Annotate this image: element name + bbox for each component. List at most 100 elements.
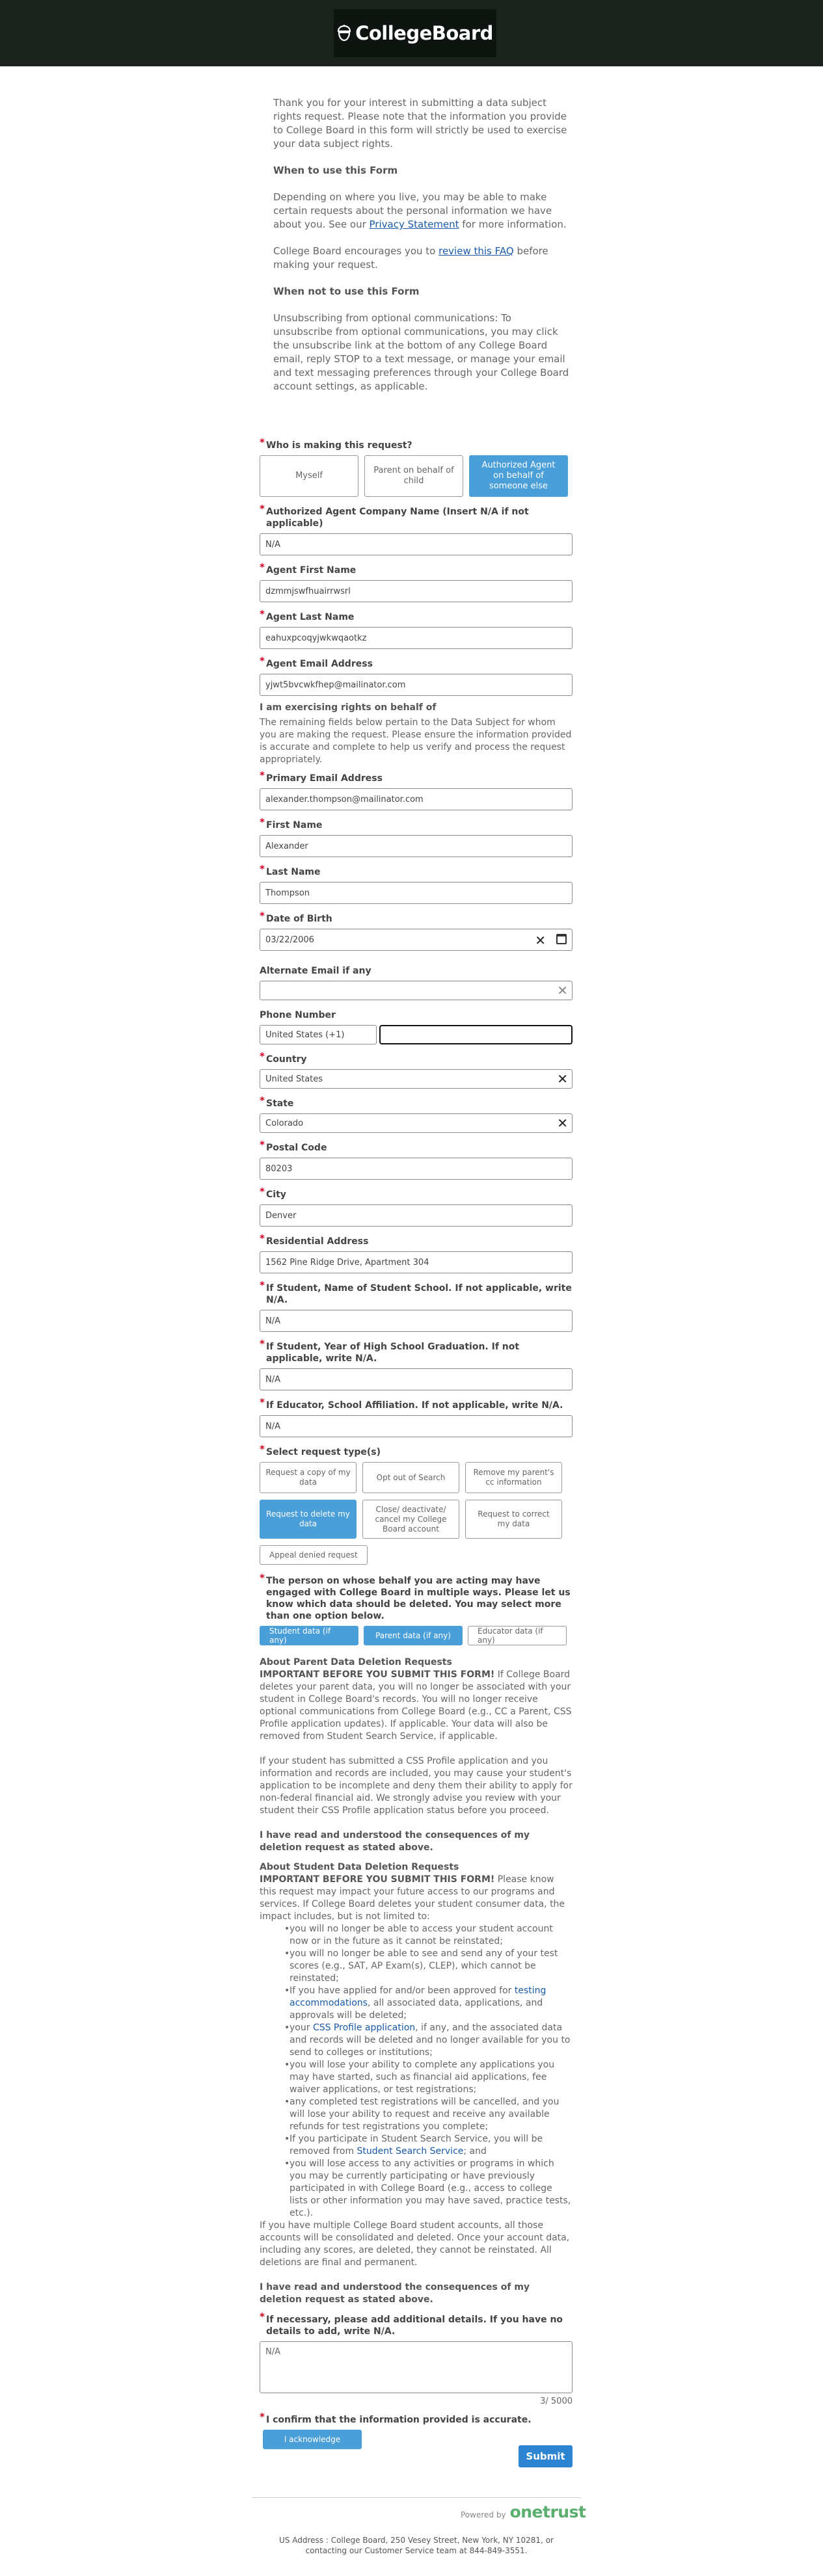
- student-deletion-list: you will no longer be able to access you…: [260, 1923, 573, 2220]
- school-input[interactable]: N/A: [260, 1310, 573, 1332]
- who-label: * Who is making this request?: [260, 436, 412, 451]
- acorn-icon: [337, 25, 351, 42]
- remove-parent-cc-button[interactable]: Remove my parent's cc information: [465, 1462, 562, 1493]
- option-parent[interactable]: Parent on behalf of child: [364, 455, 463, 497]
- student-ack-text: I have read and understood the consequen…: [260, 2282, 530, 2305]
- when-not-to-use-heading: When not to use this Form: [273, 285, 420, 297]
- details-textarea[interactable]: N/A: [260, 2341, 573, 2393]
- list-item: you will lose your ability to complete a…: [284, 2059, 573, 2096]
- city-input[interactable]: Denver: [260, 1204, 573, 1227]
- first-name-input[interactable]: Alexander: [260, 835, 573, 857]
- request-copy-button[interactable]: Request a copy of my data: [260, 1462, 357, 1493]
- request-form: * Who is making this request? Myself Pare…: [260, 436, 573, 2449]
- dob-value: 03/22/2006: [265, 935, 314, 945]
- phone-number-input[interactable]: [379, 1025, 573, 1044]
- city-label: * City: [260, 1186, 286, 1200]
- list-item: any completed test registrations will be…: [284, 2096, 573, 2133]
- details-label: * If necessary, please add additional det…: [260, 2311, 563, 2337]
- agent-email-input[interactable]: yjwt5bvcwkfhep@mailinator.com: [260, 674, 573, 696]
- agent-company-input[interactable]: N/A: [260, 533, 573, 555]
- agent-first-name-label: * Agent First Name: [260, 561, 357, 576]
- postal-input[interactable]: 80203: [260, 1158, 573, 1180]
- list-item: you will no longer be able to access you…: [284, 1923, 573, 1948]
- list-item: your CSS Profile application, if any, an…: [284, 2022, 573, 2059]
- agent-last-name-input[interactable]: eahuxpcoqyjwkwqaotkz: [260, 627, 573, 649]
- clear-icon[interactable]: ✕: [557, 1117, 568, 1130]
- submit-button[interactable]: Submit: [519, 2445, 573, 2467]
- parent-css-paragraph: If your student has submitted a CSS Prof…: [260, 1756, 573, 1816]
- when-to-use-heading: When to use this Form: [273, 165, 398, 176]
- dob-label: * Date of Birth: [260, 910, 332, 924]
- country-select[interactable]: United States ✕: [260, 1069, 573, 1089]
- appeal-denied-button[interactable]: Appeal denied request: [260, 1545, 368, 1565]
- option-myself[interactable]: Myself: [260, 455, 358, 497]
- onetrust-logo[interactable]: onetrust: [510, 2503, 586, 2521]
- postal-label: * Postal Code: [260, 1139, 327, 1153]
- graduation-year-input[interactable]: N/A: [260, 1368, 573, 1390]
- student-deletion-heading: About Student Data Deletion Requests: [260, 1862, 459, 1872]
- css-profile-link[interactable]: CSS Profile application: [313, 2023, 415, 2033]
- primary-email-input[interactable]: alexander.thompson@mailinator.com: [260, 788, 573, 810]
- student-search-link[interactable]: Student Search Service: [357, 2146, 464, 2157]
- parent-deletion-heading: About Parent Data Deletion Requests: [260, 1657, 452, 1667]
- request-delete-button[interactable]: Request to delete my data: [260, 1500, 357, 1539]
- school-label: * If Student, Name of Student School. If …: [260, 1279, 572, 1305]
- divider: [252, 2497, 581, 2498]
- college-board-logo[interactable]: CollegeBoard: [334, 9, 496, 57]
- agent-company-label: * Authorized Agent Company Name (Insert N…: [260, 503, 529, 529]
- list-item: If you have applied for and/or been appr…: [284, 1985, 573, 2022]
- behalf-heading: I am exercising rights on behalf of: [260, 702, 437, 713]
- footer-address: US Address : College Board, 250 Vesey St…: [279, 2536, 554, 2555]
- phone-country-select[interactable]: United States (+1): [260, 1025, 377, 1044]
- dob-input[interactable]: 03/22/2006 ✕: [260, 929, 573, 951]
- last-name-label: * Last Name: [260, 863, 321, 877]
- last-name-input[interactable]: Thompson: [260, 882, 573, 904]
- request-type-label: * Select request type(s): [260, 1443, 381, 1457]
- list-item: you will no longer be able to see and se…: [284, 1948, 573, 1985]
- intro-paragraph: Thank you for your interest in submittin…: [273, 97, 567, 150]
- behalf-description: The remaining fields below pertain to th…: [260, 717, 572, 765]
- clear-icon[interactable]: ✕: [557, 984, 568, 997]
- state-select[interactable]: Colorado ✕: [260, 1113, 573, 1133]
- powered-by: Powered by onetrust: [461, 2503, 586, 2521]
- educator-label: * If Educator, School Affiliation. If not…: [260, 1396, 563, 1411]
- calendar-icon[interactable]: [556, 934, 567, 944]
- country-label: * Country: [260, 1050, 307, 1065]
- clear-icon[interactable]: ✕: [557, 1072, 568, 1085]
- parent-deletion-paragraph: IMPORTANT BEFORE YOU SUBMIT THIS FORM! I…: [260, 1669, 572, 1742]
- intro-section: Thank you for your interest in submittin…: [273, 96, 569, 406]
- agent-last-name-label: * Agent Last Name: [260, 608, 355, 622]
- student-deletion-intro: IMPORTANT BEFORE YOU SUBMIT THIS FORM! P…: [260, 1874, 565, 1922]
- acknowledge-button[interactable]: I acknowledge: [263, 2430, 362, 2449]
- alt-email-input[interactable]: ✕: [260, 981, 573, 1000]
- phone-label: Phone Number: [260, 1010, 336, 1020]
- list-item: you will lose access to any activities o…: [284, 2158, 573, 2220]
- unsubscribe-paragraph: Unsubscribing from optional communicatio…: [273, 312, 569, 392]
- when-to-use-paragraph: Depending on where you live, you may be …: [273, 191, 567, 230]
- option-authorized-agent[interactable]: Authorized Agent on behalf of someone el…: [469, 455, 568, 497]
- confirm-label: * I confirm that the information provided…: [260, 2411, 532, 2425]
- primary-email-label: * Primary Email Address: [260, 769, 383, 784]
- first-name-label: * First Name: [260, 816, 323, 830]
- clear-icon[interactable]: ✕: [535, 933, 546, 948]
- parent-ack-text: I have read and understood the consequen…: [260, 1830, 530, 1853]
- opt-out-search-button[interactable]: Opt out of Search: [362, 1462, 459, 1493]
- state-label: * State: [260, 1095, 294, 1109]
- parent-data-button[interactable]: Parent data (if any): [364, 1626, 463, 1645]
- data-types-label: * The person on whose behalf you are acti…: [260, 1572, 571, 1621]
- agent-first-name-input[interactable]: dzmmjswfhuairrwsrl: [260, 580, 573, 602]
- privacy-statement-link[interactable]: Privacy Statement: [370, 219, 459, 230]
- educator-data-button[interactable]: Educator data (if any): [468, 1626, 567, 1645]
- list-item: If you participate in Student Search Ser…: [284, 2133, 573, 2158]
- agent-email-label: * Agent Email Address: [260, 655, 373, 669]
- close-account-button[interactable]: Close/ deactivate/ cancel my College Boa…: [362, 1500, 459, 1539]
- request-correct-button[interactable]: Request to correct my data: [465, 1500, 562, 1539]
- student-deletion-outro: If you have multiple College Board stude…: [260, 2220, 570, 2268]
- address-input[interactable]: 1562 Pine Ridge Drive, Apartment 304: [260, 1251, 573, 1273]
- student-data-button[interactable]: Student data (if any): [260, 1626, 358, 1645]
- graduation-year-label: * If Student, Year of High School Graduat…: [260, 1338, 520, 1364]
- faq-link[interactable]: review this FAQ: [438, 245, 514, 257]
- address-label: * Residential Address: [260, 1232, 369, 1247]
- educator-input[interactable]: N/A: [260, 1415, 573, 1437]
- character-counter: 3/ 5000: [540, 2397, 573, 2406]
